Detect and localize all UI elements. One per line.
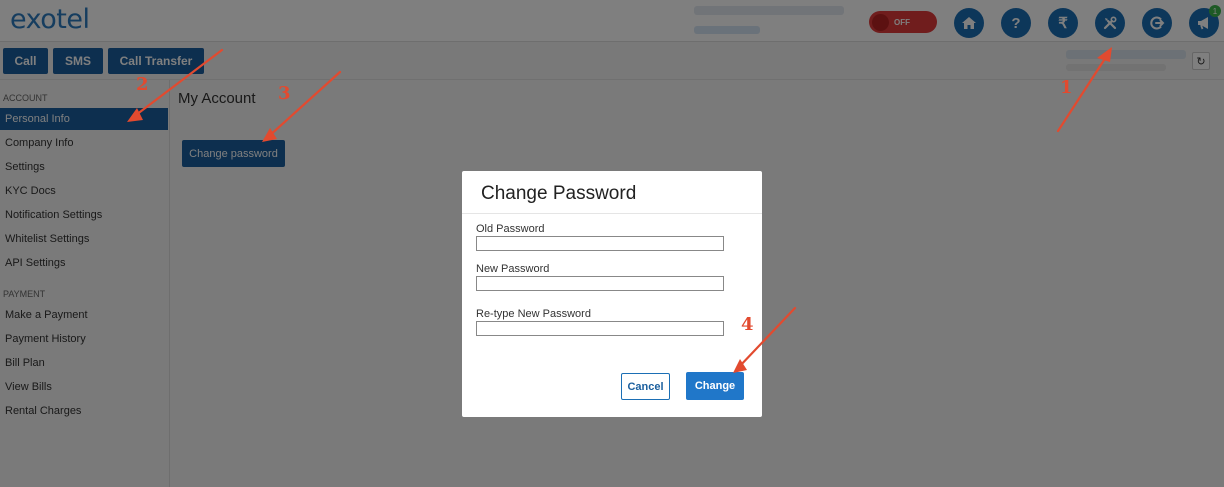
new-password-field[interactable] bbox=[476, 276, 724, 291]
annotation-step-1: 1 bbox=[1060, 77, 1073, 98]
old-password-label: Old Password bbox=[476, 223, 545, 235]
change-button[interactable]: Change bbox=[686, 372, 744, 400]
annotation-step-3: 3 bbox=[278, 83, 291, 104]
cancel-button[interactable]: Cancel bbox=[621, 373, 670, 400]
annotation-step-4: 4 bbox=[741, 314, 754, 335]
retype-password-field[interactable] bbox=[476, 321, 724, 336]
dialog-title: Change Password bbox=[481, 183, 637, 204]
annotation-step-2: 2 bbox=[136, 74, 149, 95]
dialog-divider bbox=[462, 213, 762, 214]
change-password-dialog: Change Password Old Password New Passwor… bbox=[462, 171, 762, 417]
old-password-field[interactable] bbox=[476, 236, 724, 251]
new-password-label: New Password bbox=[476, 263, 550, 275]
retype-password-label: Re-type New Password bbox=[476, 308, 591, 320]
